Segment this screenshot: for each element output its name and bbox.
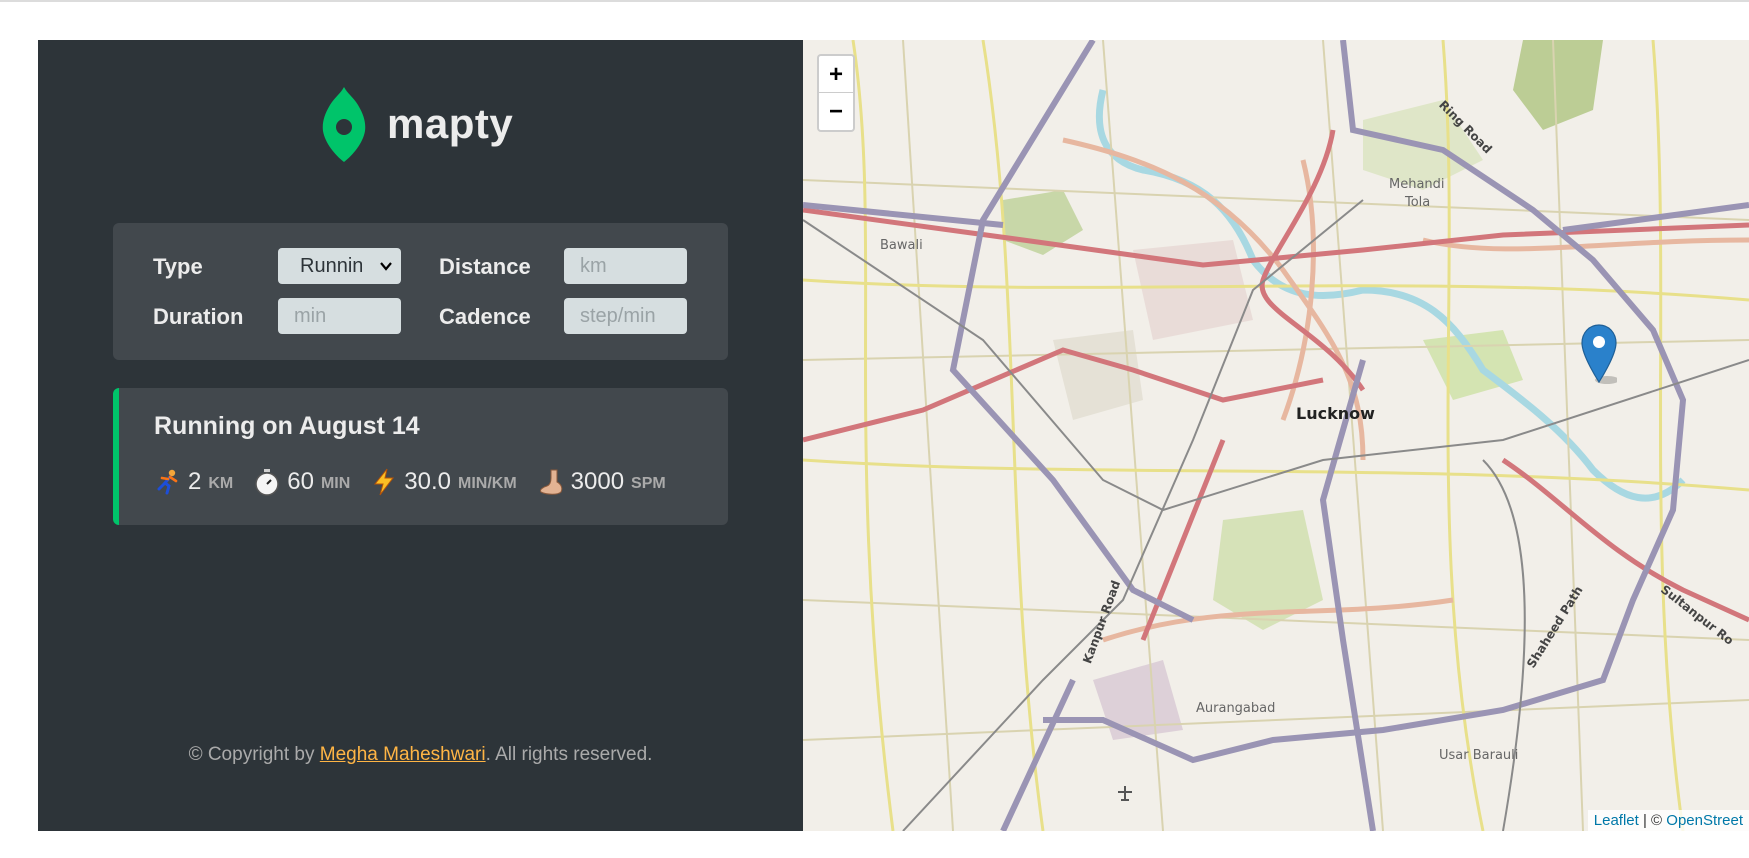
pace-value: 30.0 <box>404 468 451 495</box>
author-link[interactable]: Megha Maheshwari <box>320 744 486 765</box>
duration-unit: min <box>320 475 351 492</box>
duration-input[interactable] <box>278 298 401 334</box>
map-label-aurangabad: Aurangabad <box>1196 701 1276 716</box>
duration-label: Duration <box>153 304 244 329</box>
stopwatch-icon <box>253 468 281 496</box>
cadence-label: Cadence <box>439 304 531 329</box>
workout-details: 2 km 60 min <box>154 468 686 496</box>
workout-detail-pace: 30.0 min/km <box>370 468 517 496</box>
type-select-value: Running <box>300 255 362 277</box>
distance-unit: km <box>208 475 234 492</box>
chevron-down-icon <box>380 262 392 271</box>
workout-form: Type Running Distance Duration Cadence <box>113 223 728 360</box>
type-label: Type <box>153 254 203 279</box>
workout-detail-distance: 2 km <box>154 468 233 496</box>
copyright-suffix: . All rights reserved. <box>485 744 653 765</box>
form-row-2: Duration Cadence <box>113 298 728 336</box>
distance-value: 2 <box>188 468 202 495</box>
attribution-separator: | © <box>1638 812 1667 829</box>
map-tiles[interactable] <box>803 40 1749 831</box>
top-divider <box>0 0 1749 2</box>
openstreetmap-link[interactable]: OpenStreet <box>1666 812 1743 829</box>
map-label-tola: Tola <box>1405 195 1431 210</box>
app-container: mapty Type Running Distance Duration Cad… <box>38 40 1749 831</box>
copyright: © Copyright by Megha Maheshwari. All rig… <box>38 744 803 766</box>
workout-card[interactable]: Running on August 14 2 km <box>113 388 728 525</box>
logo: mapty <box>321 84 513 164</box>
map-label-mehandi: Mehandi <box>1389 177 1445 192</box>
runner-icon <box>154 468 182 496</box>
zoom-in-button[interactable]: + <box>819 56 853 93</box>
map-label-lucknow: Lucknow <box>1296 404 1375 423</box>
leaflet-link[interactable]: Leaflet <box>1594 812 1639 829</box>
map-pin-logo-icon <box>322 87 366 162</box>
map-attribution: Leaflet | © OpenStreet <box>1587 810 1749 831</box>
map[interactable]: + − Lucknow Bawali Mehandi Tola Ring Roa… <box>803 40 1749 831</box>
logo-text: mapty <box>387 100 514 147</box>
zoom-control: + − <box>817 54 855 132</box>
cadence-unit: spm <box>631 475 666 492</box>
type-select[interactable]: Running <box>278 248 401 284</box>
cadence-input[interactable] <box>564 298 687 334</box>
cadence-value: 3000 <box>570 468 625 495</box>
lightning-icon <box>370 468 398 496</box>
workout-detail-cadence: 3000 spm <box>537 468 666 496</box>
distance-label: Distance <box>439 254 531 279</box>
pace-unit: min/km <box>458 475 517 492</box>
foot-icon <box>537 468 565 496</box>
map-label-usar-barauli: Usar Barauli <box>1439 748 1519 763</box>
map-marker-icon[interactable] <box>1581 324 1617 384</box>
form-row-1: Type Running Distance <box>113 248 728 286</box>
zoom-out-button[interactable]: − <box>819 93 853 130</box>
sidebar: mapty Type Running Distance Duration Cad… <box>38 40 803 831</box>
workout-detail-duration: 60 min <box>253 468 350 496</box>
workout-title: Running on August 14 <box>154 412 420 440</box>
map-label-bawali: Bawali <box>880 238 923 253</box>
duration-value: 60 <box>287 468 314 495</box>
distance-input[interactable] <box>564 248 687 284</box>
copyright-prefix: © Copyright by <box>188 744 320 765</box>
